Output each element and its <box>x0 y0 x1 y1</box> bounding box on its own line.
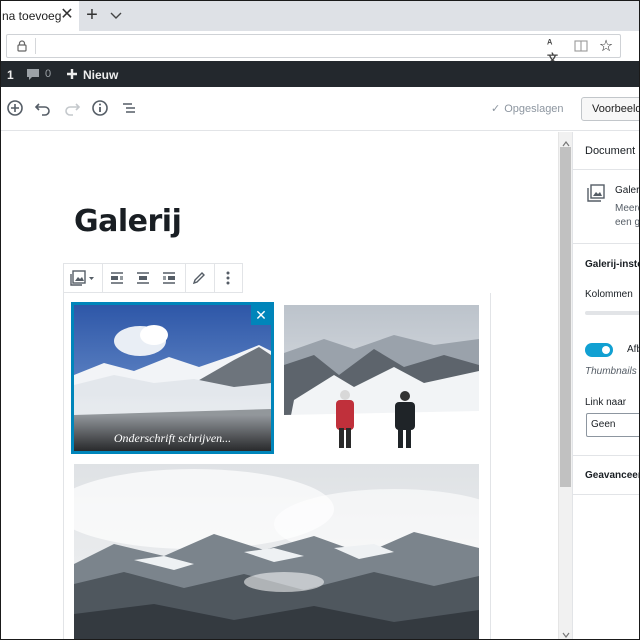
gallery-image-1[interactable]: Onderschrift schrijven... ✕ <box>71 302 274 454</box>
info-icon[interactable] <box>91 99 109 117</box>
app-window: na toevoeg ✕ + ᴬ文 ☆ 1 0 Nieuw ✓ Opgeslag… <box>0 0 640 640</box>
gallery-image-2[interactable] <box>284 305 479 451</box>
gallery-block[interactable]: Onderschrift schrijven... ✕ <box>63 293 491 639</box>
updates-count[interactable]: 1 <box>7 68 14 82</box>
new-content-link[interactable]: Nieuw <box>83 68 118 82</box>
saved-label: Opgeslagen <box>504 103 564 115</box>
undo-icon[interactable] <box>34 99 52 117</box>
remove-image-icon[interactable]: ✕ <box>251 305 271 325</box>
saved-status: ✓ Opgeslagen <box>491 102 564 115</box>
tab-document[interactable]: Document <box>585 145 635 157</box>
align-right-icon[interactable] <box>161 270 177 286</box>
columns-range-slider[interactable] <box>585 311 639 315</box>
block-navigation-icon[interactable] <box>120 99 138 117</box>
editor-header: ✓ Opgeslagen Voorbeeld <box>1 87 639 131</box>
columns-label: Kolommen <box>585 289 633 300</box>
link-to-label: Link naar <box>585 397 627 408</box>
advanced-panel-toggle[interactable]: Geavanceerd <box>585 470 639 481</box>
translate-icon[interactable]: ᴬ文 <box>547 38 563 65</box>
scrollbar-thumb[interactable] <box>560 147 571 487</box>
add-block-icon[interactable] <box>6 99 24 117</box>
reading-view-icon[interactable] <box>574 39 588 53</box>
panel-divider <box>573 494 639 495</box>
plus-icon[interactable] <box>65 66 79 82</box>
sidebar-tabs: Document <box>573 132 639 170</box>
block-card-description-line: een g <box>615 217 640 228</box>
comments-count: 0 <box>45 68 52 80</box>
toggle-knob <box>602 346 610 354</box>
editor-scrollbar[interactable] <box>558 132 572 639</box>
crop-images-help: Thumbnails a <box>585 366 640 377</box>
gallery-settings-panel: Galerij-inste Kolommen Afb Thumbnails a … <box>573 244 640 456</box>
link-to-select[interactable]: Geen <box>586 413 639 437</box>
favorite-star-icon[interactable]: ☆ <box>597 36 615 55</box>
scroll-up-arrow-icon[interactable] <box>562 135 570 147</box>
wp-admin-bar: 1 0 Nieuw <box>1 61 639 87</box>
gallery-settings-toggle[interactable]: Galerij-inste <box>585 259 639 270</box>
new-tab-icon[interactable]: + <box>83 5 101 25</box>
crop-images-label: Afb <box>627 344 639 355</box>
browser-tab-title: na toevoeg <box>2 9 62 23</box>
address-bar: ᴬ文 ☆ <box>1 31 639 65</box>
align-left-icon[interactable] <box>109 270 125 286</box>
block-card-description-line: Meerd <box>615 203 639 214</box>
toolbar-separator <box>185 264 186 292</box>
block-toolbar <box>63 263 243 293</box>
block-card-description: Meerd een g <box>615 202 640 230</box>
block-card-title: Galeri <box>615 185 640 196</box>
toolbar-separator <box>214 264 215 292</box>
crop-images-toggle[interactable] <box>585 343 613 357</box>
toolbar-separator <box>102 264 103 292</box>
settings-sidebar: Document Galeri Meerd een g Galerij-inst… <box>572 132 640 639</box>
check-icon: ✓ <box>491 103 501 115</box>
chevron-down-icon[interactable] <box>108 7 124 23</box>
more-options-icon[interactable] <box>220 270 236 286</box>
block-card: Galeri Meerd een g <box>573 170 640 244</box>
browser-tab-strip: na toevoeg ✕ + <box>1 1 639 31</box>
close-tab-icon[interactable]: ✕ <box>59 7 75 23</box>
lock-icon <box>15 39 29 53</box>
edit-gallery-icon[interactable] <box>191 270 207 286</box>
url-divider <box>35 38 36 54</box>
gallery-icon <box>587 184 605 202</box>
post-title[interactable]: Galerij <box>74 204 182 239</box>
preview-button[interactable]: Voorbeeld <box>581 97 639 121</box>
gallery-image-3[interactable] <box>74 464 479 639</box>
align-center-icon[interactable] <box>135 270 151 286</box>
image-caption-input[interactable]: Onderschrift schrijven... <box>74 415 271 451</box>
redo-icon[interactable] <box>63 99 81 117</box>
url-input[interactable]: ᴬ文 ☆ <box>6 34 621 65</box>
gallery-block-switcher-icon[interactable] <box>70 270 96 286</box>
editor-canvas: Galerij Onderschrift schrijven... ✕ <box>1 132 558 639</box>
scroll-down-arrow-icon[interactable] <box>562 626 570 638</box>
